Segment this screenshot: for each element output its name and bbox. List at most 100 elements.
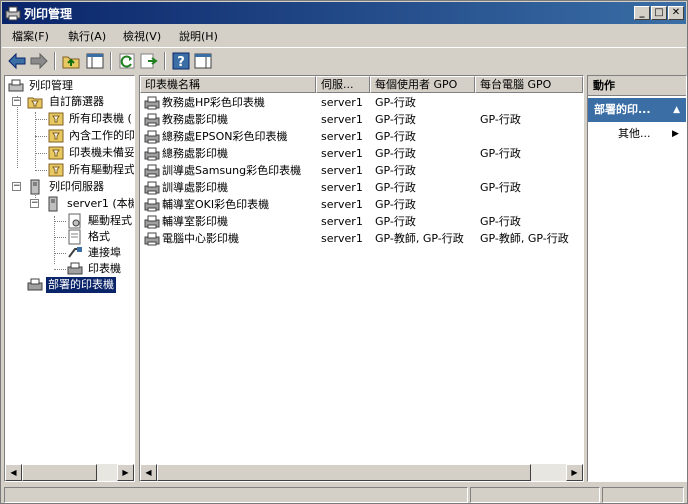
server-cell: server1 — [321, 181, 363, 194]
maximize-button[interactable]: □ — [651, 6, 667, 20]
filter-icon — [48, 146, 64, 160]
printer-name-cell: 訓導處影印機 — [162, 181, 228, 194]
up-folder-icon[interactable] — [60, 50, 82, 72]
table-row[interactable]: 訓導處影印機 server1 GP-行政 GP-行政 — [140, 179, 583, 196]
print-management-window: 列印管理 _ □ ✕ 檔案(F) 執行(A) 檢視(V) 說明(H) ? 列印管… — [0, 0, 688, 504]
printer-icon — [144, 113, 160, 127]
menu-action[interactable]: 執行(A) — [68, 28, 106, 44]
tree-item-filter[interactable]: 內含工作的印 — [5, 128, 134, 144]
scroll-thumb[interactable] — [157, 464, 531, 481]
column-header-printer-name[interactable]: 印表機名稱 — [140, 76, 316, 93]
toolbar-separator — [110, 52, 112, 70]
list-horizontal-scrollbar[interactable]: ◀ ▶ — [140, 464, 583, 481]
tree-item-label: 所有印表機 ( — [69, 112, 132, 125]
collapse-up-icon[interactable]: ▲ — [673, 98, 680, 122]
tree-item-deployed-printers[interactable]: 部署的印表機 — [5, 277, 134, 293]
scroll-thumb[interactable] — [22, 464, 97, 481]
deployed-printer-icon — [27, 278, 43, 291]
window-title: 列印管理 — [24, 7, 73, 21]
tree-item-label: 印表機未備妥 — [69, 146, 135, 159]
tree-item-print-servers[interactable]: − 列印伺服器 — [5, 179, 134, 195]
table-row[interactable]: 訓導處Samsung彩色印表機 server1 GP-行政 — [140, 162, 583, 179]
forward-arrow-icon[interactable] — [28, 50, 50, 72]
scroll-left-button[interactable]: ◀ — [140, 464, 157, 481]
tree-guide-line — [35, 153, 47, 154]
column-header-user-gpo[interactable]: 每個使用者 GPO — [370, 76, 475, 93]
server-icon — [30, 179, 40, 195]
actions-group-label: 部署的印... — [594, 103, 651, 116]
menu-file[interactable]: 檔案(F) — [12, 28, 49, 44]
tree-item-label: 列印伺服器 — [49, 180, 104, 193]
show-hide-action-pane-icon[interactable] — [192, 50, 214, 72]
collapse-icon[interactable]: − — [12, 97, 21, 106]
status-panel — [470, 487, 600, 503]
server-icon — [48, 196, 58, 212]
tree-guide-line — [35, 119, 47, 120]
server-cell: server1 — [321, 113, 363, 126]
refresh-icon[interactable] — [116, 50, 138, 72]
tree-item-printers[interactable]: 印表機 — [5, 261, 134, 277]
table-row[interactable]: 教務處HP彩色印表機 server1 GP-行政 — [140, 94, 583, 111]
printer-icon — [67, 262, 83, 275]
menu-help[interactable]: 說明(H) — [179, 28, 218, 44]
tree-item-custom-filters[interactable]: − 自訂篩選器 — [5, 94, 134, 110]
table-row[interactable]: 教務處影印機 server1 GP-行政 GP-行政 — [140, 111, 583, 128]
user-gpo-cell: GP-行政 — [375, 96, 416, 109]
tree-item-filter[interactable]: 所有印表機 ( — [5, 111, 134, 127]
back-arrow-icon[interactable] — [6, 50, 28, 72]
scroll-right-button[interactable]: ▶ — [117, 464, 134, 481]
tree-guide-line — [54, 237, 66, 238]
printer-icon — [144, 181, 160, 195]
svg-text:?: ? — [177, 55, 185, 70]
printer-icon — [144, 147, 160, 161]
close-button[interactable]: ✕ — [668, 6, 684, 20]
filter-icon — [48, 163, 64, 177]
minimize-button[interactable]: _ — [634, 6, 650, 20]
collapse-icon[interactable]: − — [12, 182, 21, 191]
table-row[interactable]: 輔導室影印機 server1 GP-行政 GP-行政 — [140, 213, 583, 230]
table-row[interactable]: 總務處EPSON彩色印表機 server1 GP-行政 — [140, 128, 583, 145]
export-list-icon[interactable] — [138, 50, 160, 72]
table-row[interactable]: 總務處影印機 server1 GP-行政 GP-行政 — [140, 145, 583, 162]
table-row[interactable]: 輔導室OKI彩色印表機 server1 GP-行政 — [140, 196, 583, 213]
tree-item-drivers[interactable]: 驅動程式 — [5, 213, 134, 229]
computer-gpo-cell: GP-教師, GP-行政 — [480, 232, 569, 245]
console-tree[interactable]: 列印管理 − 自訂篩選器 所有印表機 ( 內含工作的印 印表機未備妥 所有驅動程… — [4, 75, 135, 482]
tree-item-forms[interactable]: 格式 — [5, 229, 134, 245]
menu-view[interactable]: 檢視(V) — [123, 28, 161, 44]
table-row[interactable]: 電腦中心影印機 server1 GP-教師, GP-行政 GP-教師, GP-行政 — [140, 230, 583, 247]
actions-header: 動作 — [588, 76, 686, 96]
tree-item-ports[interactable]: 連接埠 — [5, 245, 134, 261]
tree-item-filter[interactable]: 所有驅動程式 — [5, 162, 135, 178]
printer-list[interactable]: 印表機名稱 伺服... 每個使用者 GPO 每台電腦 GPO 教務處HP彩色印表… — [139, 75, 584, 482]
collapse-icon[interactable]: − — [30, 199, 39, 208]
column-header-server[interactable]: 伺服... — [316, 76, 370, 93]
toolbar-separator — [54, 52, 56, 70]
tree-item-label: server1 (本機) — [67, 197, 134, 210]
tree-horizontal-scrollbar[interactable]: ◀ ▶ — [5, 464, 134, 481]
printer-name-cell: 教務處HP彩色印表機 — [162, 96, 265, 109]
tree-item-print-management[interactable]: 列印管理 — [5, 78, 134, 94]
computer-gpo-cell: GP-行政 — [480, 147, 521, 160]
tree-guide-line — [54, 221, 66, 222]
user-gpo-cell: GP-行政 — [375, 164, 416, 177]
column-header-computer-gpo[interactable]: 每台電腦 GPO — [475, 76, 583, 93]
tree-item-label: 所有驅動程式 — [69, 163, 135, 176]
tree-item-filter[interactable]: 印表機未備妥 — [5, 145, 135, 161]
scroll-left-button[interactable]: ◀ — [5, 464, 22, 481]
printer-name-cell: 總務處影印機 — [162, 147, 228, 160]
list-header: 印表機名稱 伺服... 每個使用者 GPO 每台電腦 GPO — [140, 76, 583, 93]
user-gpo-cell: GP-行政 — [375, 198, 416, 211]
tree-guide-line — [54, 253, 66, 254]
printer-name-cell: 教務處影印機 — [162, 113, 228, 126]
scroll-right-button[interactable]: ▶ — [566, 464, 583, 481]
title-bar[interactable]: 列印管理 _ □ ✕ — [2, 2, 686, 24]
server-cell: server1 — [321, 198, 363, 211]
tree-guide-line — [54, 269, 66, 270]
tree-item-server1[interactable]: − server1 (本機) — [5, 196, 134, 212]
help-icon[interactable]: ? — [170, 50, 192, 72]
show-hide-tree-icon[interactable] — [84, 50, 106, 72]
actions-group-deployed-printers[interactable]: 部署的印... ▲ — [588, 98, 686, 122]
more-actions-item[interactable]: 其他... — [618, 126, 651, 142]
status-bar — [2, 486, 686, 504]
